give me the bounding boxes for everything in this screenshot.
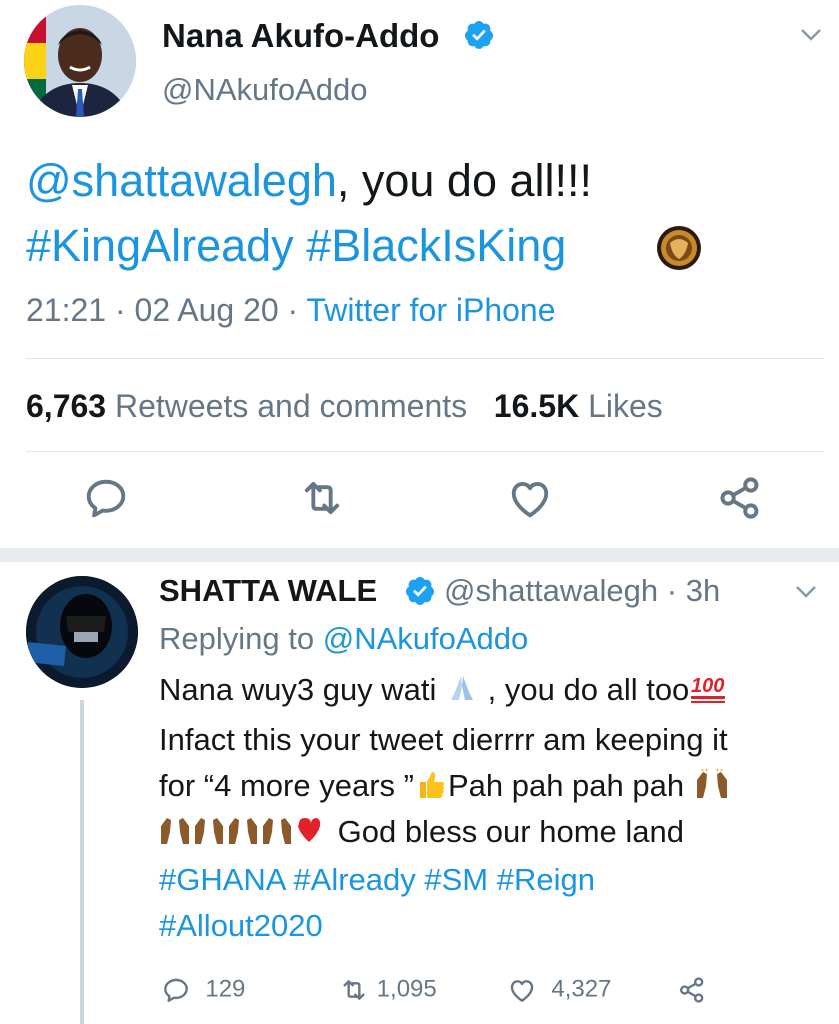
- hashtag-link[interactable]: #GHANA: [159, 862, 285, 897]
- reply-count: 129: [205, 975, 246, 1003]
- reply-icon: [164, 978, 188, 1002]
- tweet-text-line-1: @shattawalegh, you do all!!!: [26, 155, 592, 207]
- hashtag-link[interactable]: #BlackIsKing: [306, 220, 566, 271]
- tweet-source[interactable]: Twitter for iPhone: [307, 292, 556, 328]
- tweet-meta: 21:21 · 02 Aug 20 · Twitter for iPhone: [26, 292, 556, 328]
- hashtag-link[interactable]: #Already: [293, 862, 415, 897]
- reply-text-line-2: Infact this your tweet dierrrr am keepin…: [159, 722, 728, 757]
- hashtag-link[interactable]: #SM: [424, 862, 488, 897]
- reply-icon: [86, 479, 126, 518]
- retweet-icon: [304, 481, 340, 515]
- divider: [26, 451, 824, 452]
- raising-hands-emoji: [696, 768, 727, 798]
- like-count: 4,327: [551, 975, 612, 1003]
- reply-retweet-button[interactable]: 1,095: [338, 974, 437, 1006]
- author-handle[interactable]: @NAkufoAddo: [162, 72, 368, 108]
- share-icon: [720, 477, 759, 519]
- retweet-icon: [343, 980, 365, 1000]
- author-name[interactable]: Nana Akufo-Addo: [162, 17, 439, 55]
- thumbs-up-emoji: [419, 772, 444, 798]
- like-button[interactable]: [504, 472, 556, 524]
- reply-author-handle[interactable]: @shattawalegh: [444, 573, 658, 608]
- praying-hands-emoji: [451, 676, 474, 700]
- chevron-down-icon[interactable]: [795, 585, 817, 599]
- retweet-count: 1,095: [376, 975, 437, 1003]
- chevron-down-icon[interactable]: [800, 28, 822, 42]
- reply-author-name[interactable]: SHATTA WALE: [159, 573, 377, 609]
- hashtag-link[interactable]: #Reign: [497, 862, 595, 897]
- raising-hands-emoji: [161, 818, 321, 844]
- hundred-points-emoji: 100: [691, 675, 726, 703]
- svg-text:100: 100: [691, 675, 724, 697]
- thread-line: [80, 700, 84, 1024]
- hashtag-link[interactable]: #Allout2020: [159, 908, 323, 943]
- divider: [26, 358, 824, 359]
- share-icon: [680, 977, 704, 1003]
- retweets-stat[interactable]: 6,763 Retweets and comments: [26, 388, 467, 424]
- tweet-text-line-2: #KingAlready #BlackIsKing: [26, 220, 566, 272]
- reply-text-line-1: Nana wuy3 guy wati , you do all too 100: [159, 672, 729, 708]
- like-icon: [511, 481, 549, 518]
- reply-text-line-3: for “4 more years ” Pah pah pah pah: [159, 768, 731, 804]
- reply-like-button[interactable]: 4,327: [506, 974, 611, 1006]
- replying-to-link[interactable]: @NAkufoAddo: [323, 621, 529, 656]
- reply-author-avatar[interactable]: [26, 576, 138, 688]
- mention-link[interactable]: @shattawalegh: [26, 155, 337, 206]
- like-icon: [510, 980, 534, 1002]
- verified-badge-icon: [406, 577, 435, 605]
- section-separator: [0, 548, 839, 562]
- reply-handle-and-age: @shattawalegh · 3h: [444, 573, 721, 608]
- reply-hashtags-line-2: #Allout2020: [159, 908, 323, 944]
- reply-hashtags-line-1: #GHANA #Already #SM #Reign: [159, 862, 595, 898]
- reply-button[interactable]: [80, 472, 132, 524]
- hashflag-icon: [657, 226, 701, 270]
- verified-badge-icon: [465, 21, 494, 49]
- replying-to: Replying to @NAkufoAddo: [159, 621, 529, 656]
- tweet-text: , you do all!!!: [336, 155, 593, 206]
- author-avatar[interactable]: [24, 5, 136, 117]
- tweet-stats: 6,763 Retweets and comments 16.5K Likes: [26, 388, 663, 425]
- likes-stat[interactable]: 16.5K Likes: [494, 388, 663, 424]
- reply-age[interactable]: 3h: [686, 573, 720, 608]
- retweet-button[interactable]: [296, 472, 348, 524]
- reply-reply-button[interactable]: 129: [160, 974, 245, 1006]
- tweet-date[interactable]: 02 Aug 20: [135, 292, 279, 328]
- hashtag-link[interactable]: #KingAlready: [26, 220, 294, 271]
- share-button[interactable]: [714, 472, 766, 524]
- tweet-time[interactable]: 21:21: [26, 292, 106, 328]
- reply-text-line-4: God bless our home land: [159, 814, 684, 850]
- reply-share-button[interactable]: [676, 974, 708, 1006]
